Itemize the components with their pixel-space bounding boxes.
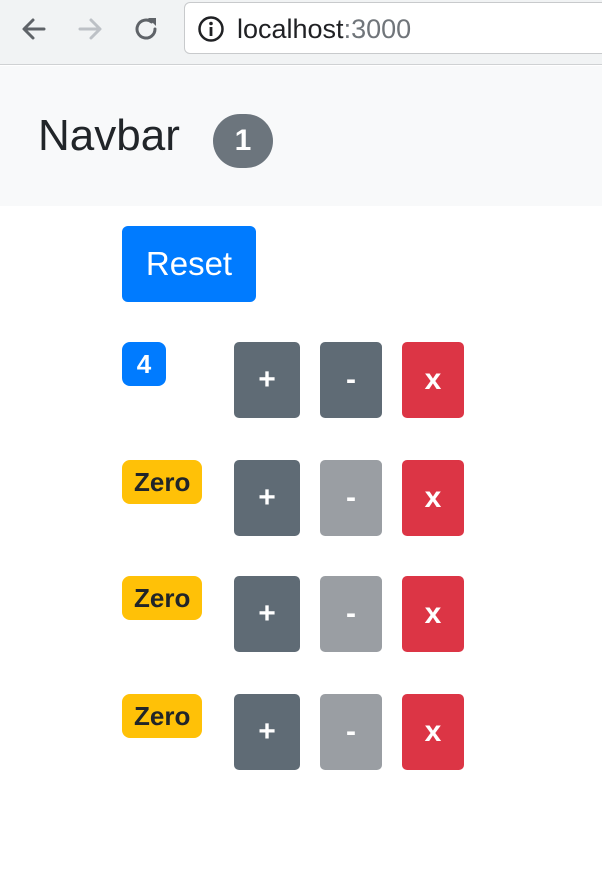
increment-button[interactable]: +: [234, 576, 300, 652]
navbar-brand[interactable]: Navbar: [38, 110, 180, 162]
forward-arrow-icon[interactable]: [75, 14, 105, 44]
delete-button[interactable]: x: [402, 460, 464, 536]
counter-row: Zero + - x: [0, 694, 602, 774]
url-text: localhost:3000: [237, 14, 411, 44]
counter-value-badge: Zero: [122, 460, 203, 504]
increment-button[interactable]: +: [234, 694, 300, 770]
navbar: Navbar 1: [0, 66, 602, 206]
url-host: localhost: [237, 14, 344, 44]
url-port: :3000: [343, 14, 412, 44]
decrement-button[interactable]: -: [320, 694, 382, 770]
decrement-button[interactable]: -: [320, 342, 382, 418]
total-count-badge: 1: [213, 114, 273, 168]
counter-row: Zero + - x: [0, 576, 602, 656]
decrement-button[interactable]: -: [320, 460, 382, 536]
back-arrow-icon[interactable]: [19, 14, 49, 44]
delete-button[interactable]: x: [402, 694, 464, 770]
reset-button[interactable]: Reset: [122, 226, 256, 302]
delete-button[interactable]: x: [402, 342, 464, 418]
address-bar[interactable]: localhost:3000: [184, 2, 602, 54]
counter-row: Zero + - x: [0, 460, 602, 540]
decrement-button[interactable]: -: [320, 576, 382, 652]
info-icon[interactable]: [197, 15, 225, 43]
increment-button[interactable]: +: [234, 460, 300, 536]
counter-value-badge: 4: [122, 342, 166, 386]
increment-button[interactable]: +: [234, 342, 300, 418]
browser-toolbar: localhost:3000: [0, 0, 602, 65]
reload-icon[interactable]: [131, 14, 161, 44]
counter-value-badge: Zero: [122, 576, 203, 620]
counter-row: 4 + - x: [0, 342, 602, 422]
delete-button[interactable]: x: [402, 576, 464, 652]
counter-value-badge: Zero: [122, 694, 203, 738]
